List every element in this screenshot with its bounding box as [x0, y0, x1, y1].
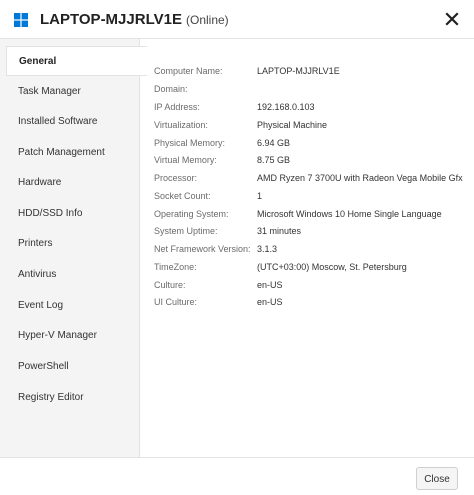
- info-key: Net Framework Version:: [154, 244, 251, 254]
- info-key: Virtual Memory:: [154, 155, 217, 165]
- info-key: Culture:: [154, 280, 186, 290]
- sidebar-nav: General Task Manager Installed Software …: [0, 39, 147, 457]
- info-value: Microsoft Windows 10 Home Single Languag…: [257, 209, 442, 219]
- info-key: Virtualization:: [154, 120, 208, 130]
- computer-name-title: LAPTOP-MJJRLV1E: [40, 11, 182, 28]
- sidebar-item-hardware[interactable]: Hardware: [0, 168, 140, 198]
- sidebar-item-task-manager[interactable]: Task Manager: [0, 77, 140, 107]
- general-info-panel: Computer Name: LAPTOP-MJJRLV1E Domain: I…: [141, 39, 474, 457]
- info-value: en-US: [257, 280, 283, 290]
- dialog-title: LAPTOP-MJJRLV1E (Online): [40, 11, 229, 28]
- sidebar-item-printers[interactable]: Printers: [0, 229, 140, 259]
- sidebar-item-registry-editor[interactable]: Registry Editor: [0, 383, 140, 413]
- info-value: en-US: [257, 297, 283, 307]
- info-value: 3.1.3: [257, 244, 278, 254]
- windows-logo-icon: [14, 13, 28, 27]
- info-row-physical-memory: Physical Memory: 6.94 GB: [141, 135, 474, 151]
- sidebar-item-antivirus[interactable]: Antivirus: [0, 260, 140, 290]
- close-icon[interactable]: [444, 11, 460, 27]
- sidebar-item-hyper-v-manager[interactable]: Hyper-V Manager: [0, 321, 140, 351]
- info-row-virtual-memory: Virtual Memory: 8.75 GB: [141, 152, 474, 168]
- info-value: 31 minutes: [257, 226, 302, 236]
- close-button[interactable]: Close: [416, 467, 458, 490]
- info-row-culture: Culture: en-US: [141, 277, 474, 293]
- sidebar-item-general[interactable]: General: [6, 46, 147, 76]
- dialog-header: LAPTOP-MJJRLV1E (Online): [0, 0, 474, 39]
- info-row-system-uptime: System Uptime: 31 minutes: [141, 223, 474, 239]
- sidebar-item-hdd-ssd-info[interactable]: HDD/SSD Info: [0, 199, 140, 229]
- info-key: Operating System:: [154, 209, 229, 219]
- info-row-timezone: TimeZone: (UTC+03:00) Moscow, St. Peters…: [141, 259, 474, 275]
- info-key: Computer Name:: [154, 66, 223, 76]
- sidebar-item-event-log[interactable]: Event Log: [0, 291, 140, 321]
- computer-details-dialog: LAPTOP-MJJRLV1E (Online) General Task Man…: [0, 0, 474, 495]
- info-key: UI Culture:: [154, 297, 198, 307]
- info-row-net-framework-version: Net Framework Version: 3.1.3: [141, 241, 474, 257]
- online-status: (Online): [185, 13, 229, 27]
- info-key: Physical Memory:: [154, 138, 226, 148]
- info-row-operating-system: Operating System: Microsoft Windows 10 H…: [141, 206, 474, 222]
- info-key: Domain:: [154, 84, 188, 94]
- info-row-ip-address: IP Address: 192.168.0.103: [141, 99, 474, 115]
- info-row-socket-count: Socket Count: 1: [141, 188, 474, 204]
- info-value: 8.75 GB: [257, 155, 291, 165]
- info-value: AMD Ryzen 7 3700U with Radeon Vega Mobil…: [257, 173, 463, 183]
- info-key: Socket Count:: [154, 191, 211, 201]
- info-value: (UTC+03:00) Moscow, St. Petersburg: [257, 262, 407, 272]
- info-row-virtualization: Virtualization: Physical Machine: [141, 117, 474, 133]
- info-value: 192.168.0.103: [257, 102, 315, 112]
- info-value: LAPTOP-MJJRLV1E: [257, 66, 340, 76]
- info-row-domain: Domain:: [141, 81, 474, 97]
- info-row-processor: Processor: AMD Ryzen 7 3700U with Radeon…: [141, 170, 474, 186]
- info-row-ui-culture: UI Culture: en-US: [141, 294, 474, 310]
- info-key: Processor:: [154, 173, 198, 183]
- dialog-footer: Close: [0, 457, 474, 495]
- info-key: System Uptime:: [154, 226, 218, 236]
- sidebar-item-powershell[interactable]: PowerShell: [0, 352, 140, 382]
- info-row-computer-name: Computer Name: LAPTOP-MJJRLV1E: [141, 63, 474, 79]
- sidebar-item-patch-management[interactable]: Patch Management: [0, 138, 140, 168]
- info-value: 1: [257, 191, 263, 201]
- info-value: 6.94 GB: [257, 138, 291, 148]
- info-value: Physical Machine: [257, 120, 328, 130]
- info-key: TimeZone:: [154, 262, 197, 272]
- info-key: IP Address:: [154, 102, 200, 112]
- sidebar-item-installed-software[interactable]: Installed Software: [0, 107, 140, 137]
